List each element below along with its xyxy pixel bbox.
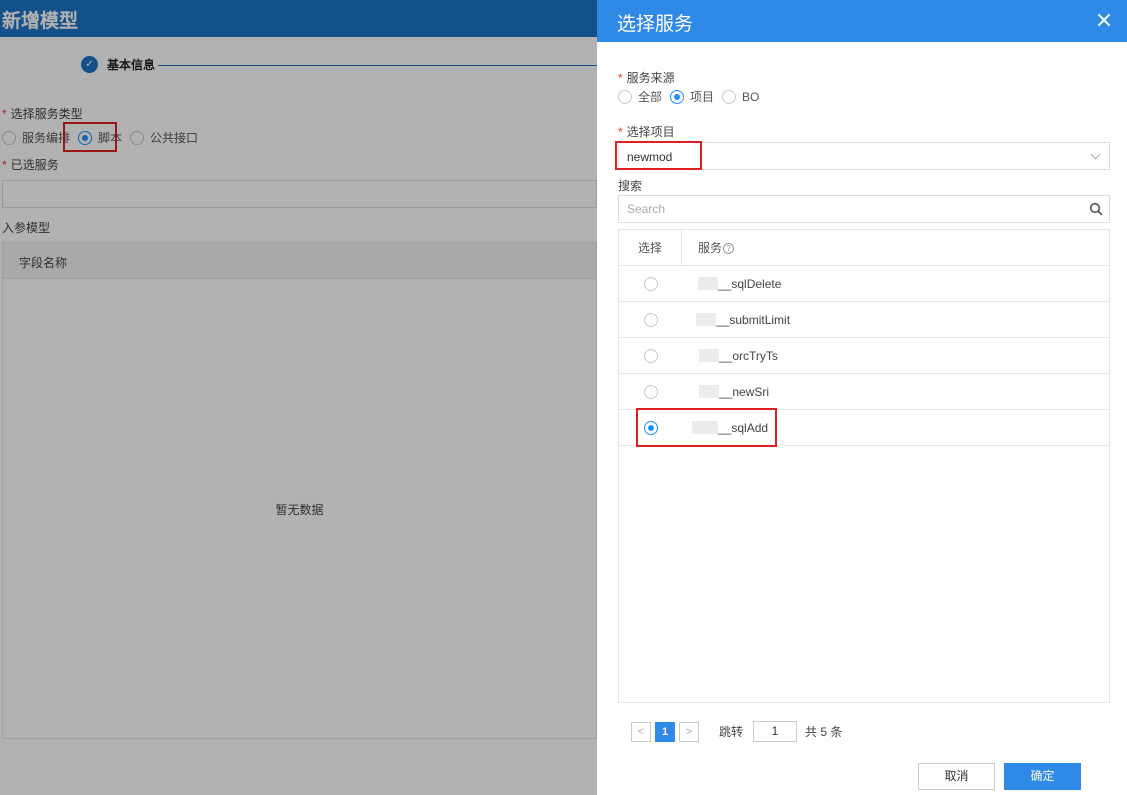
radio-button[interactable] xyxy=(643,276,658,291)
row-select-cell xyxy=(619,384,682,399)
service-name: __orcTryTs xyxy=(719,348,778,363)
radio-label: BO xyxy=(742,89,760,104)
column-header-select: 选择 xyxy=(619,229,682,266)
radio-button[interactable] xyxy=(722,89,737,104)
table-row[interactable]: __submitLimit xyxy=(619,302,1109,338)
service-name-cell: __newSri xyxy=(682,385,769,399)
drawer-header: 选择服务 xyxy=(597,0,1127,42)
radio-option-bo[interactable]: BO xyxy=(722,89,760,104)
row-select-cell xyxy=(619,348,682,363)
radio-option-project[interactable]: 项目 xyxy=(670,88,714,105)
table-row[interactable]: __newSri xyxy=(619,374,1109,410)
select-service-drawer: 选择服务 *服务来源 全部 项目 BO *选择项目 newmod 搜索 选择 xyxy=(597,0,1127,795)
search-label: 搜索 xyxy=(618,179,643,193)
radio-label: 全部 xyxy=(638,90,663,104)
prev-page-button[interactable]: < xyxy=(631,721,651,742)
highlight-box-selected-row xyxy=(636,408,777,447)
radio-button-checked[interactable] xyxy=(670,89,685,104)
highlight-box-project xyxy=(615,141,702,170)
next-page-button[interactable]: > xyxy=(679,721,699,742)
jump-page-input[interactable]: 1 xyxy=(753,721,798,742)
radio-button[interactable] xyxy=(643,312,658,327)
row-select-cell xyxy=(619,276,682,291)
table-row[interactable]: __orcTryTs xyxy=(619,338,1109,374)
pagination: < 1 > 跳转 1 共 5 条 xyxy=(631,721,842,742)
column-header-service-text: 服务 xyxy=(698,241,723,255)
chevron-down-icon xyxy=(1090,149,1101,160)
service-source-radio-group: 全部 项目 BO xyxy=(618,88,767,105)
confirm-button[interactable]: 确定 xyxy=(1004,763,1081,790)
service-name-cell: __submitLimit xyxy=(682,313,790,327)
radio-button[interactable] xyxy=(643,384,658,399)
radio-button[interactable] xyxy=(643,348,658,363)
service-name: __sqlDelete xyxy=(718,276,782,291)
service-name-cell: __orcTryTs xyxy=(682,349,778,363)
redacted-prefix xyxy=(696,313,716,326)
table-header: 选择 服务? xyxy=(619,229,1109,266)
question-mark-icon[interactable]: ? xyxy=(723,243,735,254)
service-name-cell: __sqlDelete xyxy=(682,277,781,291)
service-name: __newSri xyxy=(719,384,770,399)
radio-option-all[interactable]: 全部 xyxy=(618,88,662,105)
service-source-label: * 服务来源 xyxy=(618,69,675,86)
search-icon[interactable] xyxy=(1089,202,1103,216)
service-name: __submitLimit xyxy=(716,312,791,327)
radio-label: 项目 xyxy=(690,90,715,104)
cancel-button[interactable]: 取消 xyxy=(918,763,995,790)
close-icon[interactable] xyxy=(1095,11,1113,29)
drawer-title: 选择服务 xyxy=(617,14,694,35)
service-table: 选择 服务? __sqlDelete __submitLimit __orcTr… xyxy=(618,229,1110,703)
redacted-prefix xyxy=(699,385,719,398)
modal-overlay[interactable] xyxy=(0,0,597,795)
table-row[interactable]: __sqlDelete xyxy=(619,266,1109,302)
column-header-service: 服务? xyxy=(682,239,735,256)
page-button-current[interactable]: 1 xyxy=(655,721,675,742)
search-input[interactable] xyxy=(618,195,1110,223)
radio-button[interactable] xyxy=(618,89,632,104)
jump-label: 跳转 xyxy=(719,725,744,739)
required-mark: * xyxy=(618,71,623,85)
service-source-label-text: 服务来源 xyxy=(626,71,675,85)
redacted-prefix xyxy=(698,277,718,290)
select-project-label-text: 选择项目 xyxy=(626,125,675,139)
row-select-cell xyxy=(619,312,682,327)
select-project-label: * 选择项目 xyxy=(618,123,675,140)
required-mark: * xyxy=(618,125,623,139)
total-count: 共 5 条 xyxy=(805,725,843,739)
redacted-prefix xyxy=(699,349,719,362)
